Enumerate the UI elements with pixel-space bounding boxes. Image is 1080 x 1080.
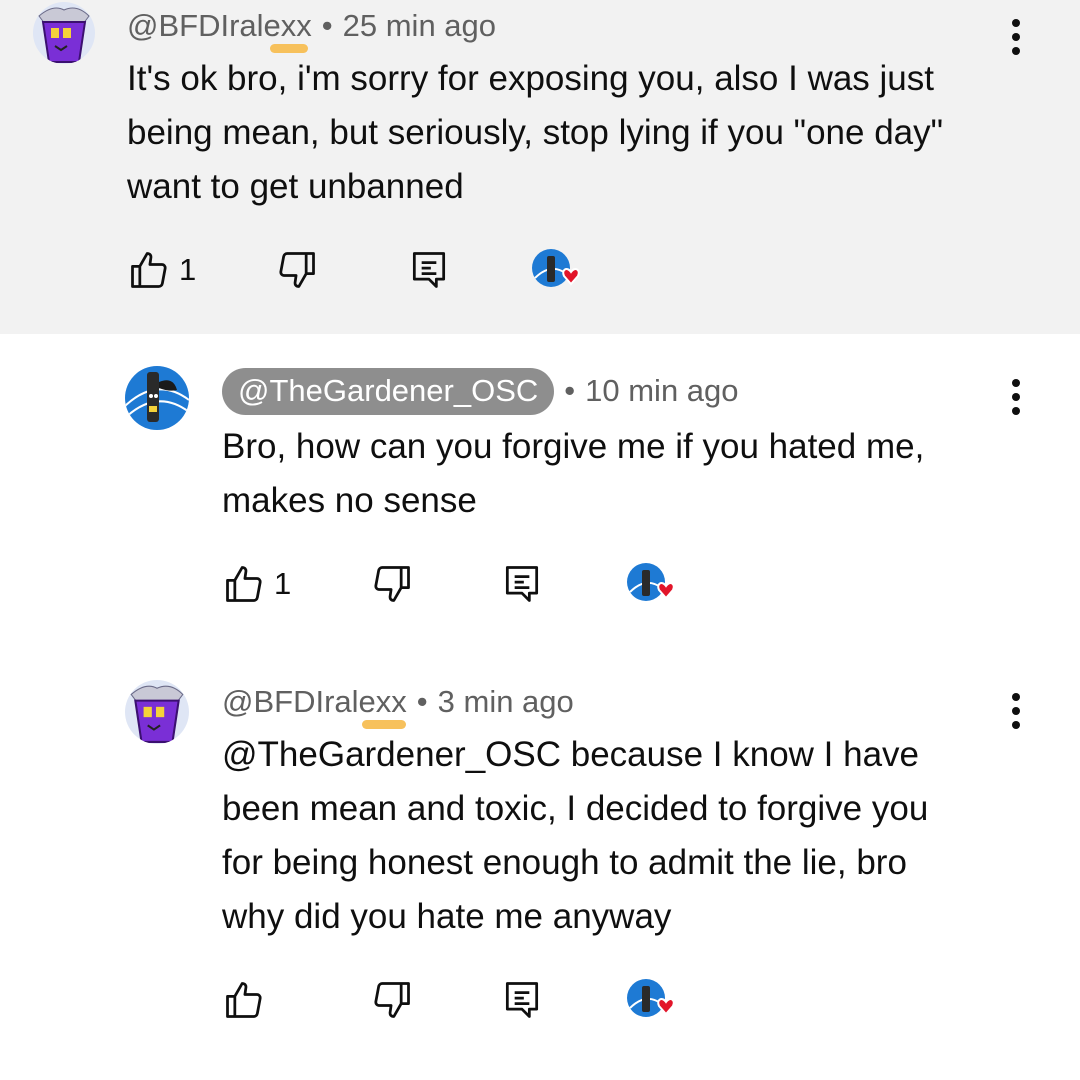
like-button[interactable] bbox=[222, 978, 274, 1022]
avatar[interactable] bbox=[33, 2, 95, 64]
comment-text: Bro, how can you forgive me if you hated… bbox=[222, 420, 924, 528]
creator-heart-icon bbox=[627, 979, 675, 1017]
comment-line: It's ok bro, i'm sorry for exposing you,… bbox=[127, 59, 934, 98]
separator-dot: • bbox=[564, 373, 576, 408]
comment-thread: @BFDIralexx • 25 min ago It's ok bro, i'… bbox=[0, 0, 1080, 1080]
comment-reply: @TheGardener_OSC • 10 min ago Bro, how c… bbox=[0, 334, 1080, 634]
more-vertical-icon bbox=[1012, 693, 1020, 729]
thumb-down-icon bbox=[374, 982, 410, 1018]
timestamp[interactable]: 25 min ago bbox=[343, 8, 496, 44]
avatar[interactable] bbox=[125, 680, 189, 744]
blue-character-avatar-icon bbox=[125, 366, 189, 430]
comment-line: Bro, how can you forgive me if you hated… bbox=[222, 427, 925, 466]
comment-highlighted: @BFDIralexx • 25 min ago It's ok bro, i'… bbox=[0, 0, 1080, 334]
thumb-up-icon bbox=[226, 566, 262, 602]
timestamp[interactable]: 10 min ago bbox=[585, 373, 738, 409]
reply-icon bbox=[412, 252, 446, 288]
comment-reply: @BFDIralexx • 3 min ago @TheGardener_OSC… bbox=[0, 634, 1080, 1080]
mention-link[interactable]: @TheGardener_OSC bbox=[222, 735, 561, 774]
creator-heart[interactable] bbox=[531, 248, 581, 298]
reply-icon bbox=[505, 566, 539, 602]
author-handle-pill[interactable]: @TheGardener_OSC bbox=[222, 367, 555, 415]
like-count: 1 bbox=[179, 252, 197, 287]
reply-icon bbox=[505, 982, 539, 1018]
separator-dot: • bbox=[321, 8, 333, 43]
creator-heart[interactable] bbox=[626, 562, 676, 612]
purple-bucket-avatar-icon bbox=[125, 680, 189, 744]
comment-line: for being honest enough to admit the lie… bbox=[222, 843, 907, 882]
comment-actions: 1 bbox=[127, 248, 607, 298]
creator-heart-icon bbox=[532, 249, 580, 287]
reply-button[interactable] bbox=[407, 248, 451, 292]
comment-meta: @BFDIralexx • 3 min ago bbox=[222, 682, 574, 729]
comment-line: makes no sense bbox=[222, 481, 477, 520]
thumb-up-icon bbox=[226, 982, 262, 1018]
reply-button[interactable] bbox=[500, 562, 544, 606]
like-button[interactable]: 1 bbox=[222, 562, 291, 606]
comment-actions: 1 bbox=[222, 562, 702, 612]
dislike-button[interactable] bbox=[275, 248, 319, 292]
more-options-button[interactable] bbox=[996, 686, 1036, 736]
comment-meta: @BFDIralexx • 25 min ago bbox=[127, 6, 496, 53]
more-options-button[interactable] bbox=[996, 12, 1036, 62]
comment-line: been mean and toxic, I decided to forgiv… bbox=[222, 789, 929, 828]
comment-line: @TheGardener_OSC because I know I have bbox=[222, 728, 928, 782]
like-button[interactable]: 1 bbox=[127, 248, 196, 292]
comment-line: why did you hate me anyway bbox=[222, 897, 672, 936]
timestamp[interactable]: 3 min ago bbox=[438, 684, 574, 720]
comment-text: It's ok bro, i'm sorry for exposing you,… bbox=[127, 52, 943, 214]
thumb-up-icon bbox=[131, 252, 167, 288]
separator-dot: • bbox=[416, 684, 428, 719]
dislike-button[interactable] bbox=[370, 978, 414, 1022]
comment-line: being mean, but seriously, stop lying if… bbox=[127, 113, 944, 152]
author-handle[interactable]: @BFDIralexx bbox=[222, 684, 407, 729]
comment-text: @TheGardener_OSC because I know I have b… bbox=[222, 728, 928, 944]
more-vertical-icon bbox=[1012, 379, 1020, 415]
creator-heart-icon bbox=[627, 563, 675, 601]
like-count: 1 bbox=[274, 566, 292, 601]
purple-bucket-avatar-icon bbox=[33, 2, 95, 64]
creator-heart[interactable] bbox=[626, 978, 676, 1028]
thumb-down-icon bbox=[279, 252, 315, 288]
comment-meta: @TheGardener_OSC • 10 min ago bbox=[222, 367, 739, 415]
comment-actions bbox=[222, 978, 702, 1028]
more-vertical-icon bbox=[1012, 19, 1020, 55]
reply-button[interactable] bbox=[500, 978, 544, 1022]
more-options-button[interactable] bbox=[996, 372, 1036, 422]
avatar[interactable] bbox=[125, 366, 189, 430]
author-handle[interactable]: @BFDIralexx bbox=[127, 8, 312, 53]
comment-line: want to get unbanned bbox=[127, 167, 464, 206]
comment-line-text: because I know I have bbox=[561, 735, 920, 774]
thumb-down-icon bbox=[374, 566, 410, 602]
dislike-button[interactable] bbox=[370, 562, 414, 606]
